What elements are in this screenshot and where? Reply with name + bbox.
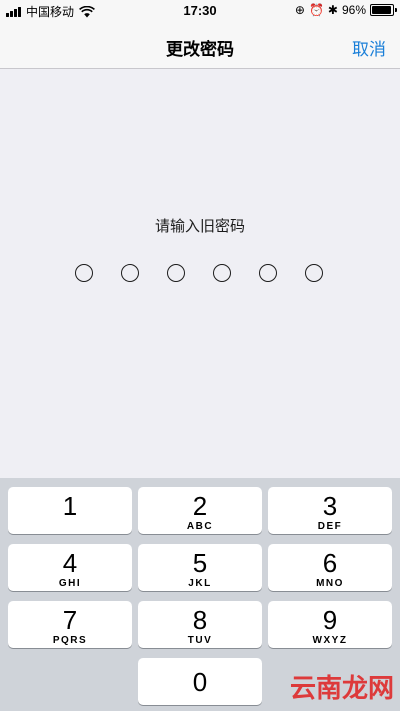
key-letters: ABC: [186, 521, 214, 532]
key-letters: TUV: [187, 635, 213, 646]
key-digit: 6: [322, 548, 338, 578]
status-right: ⊕ ⏰ ✱ 96%: [291, 3, 397, 17]
watermark-logo: 云南龙网: [289, 673, 394, 703]
key-2[interactable]: 2 ABC: [138, 487, 262, 534]
key-9[interactable]: 9 WXYZ: [268, 601, 392, 648]
key-digit: 8: [192, 605, 208, 635]
key-8[interactable]: 8 TUV: [138, 601, 262, 648]
cancel-button[interactable]: 取消: [352, 35, 386, 60]
key-7[interactable]: 7 PQRS: [8, 601, 132, 648]
key-letters: WXYZ: [312, 635, 348, 646]
passcode-dot: [259, 264, 277, 282]
key-digit: 3: [322, 491, 338, 521]
passcode-dot: [305, 264, 323, 282]
key-0[interactable]: 0: [138, 658, 262, 705]
key-letters: MNO: [316, 578, 344, 589]
battery-percent: 96%: [341, 3, 366, 17]
rotation-lock-icon: ⊕: [294, 3, 305, 17]
passcode-dot: [213, 264, 231, 282]
battery-icon: [370, 4, 397, 16]
battery-fill: [372, 6, 392, 14]
passcode-dot: [75, 264, 93, 282]
status-bar: 中国移动 17:30 ⊕ ⏰ ✱ 96%: [0, 0, 400, 22]
key-3[interactable]: 3 DEF: [268, 487, 392, 534]
key-digit: 9: [322, 605, 338, 635]
key-letters: JKL: [188, 578, 212, 589]
key-letters: PQRS: [52, 635, 88, 646]
key-letters: DEF: [317, 521, 343, 532]
alarm-icon: ⏰: [308, 3, 324, 17]
key-digit: 0: [192, 667, 208, 697]
key-digit: 5: [192, 548, 208, 578]
passcode-dots: [75, 264, 323, 282]
nav-bar: 更改密码 取消: [0, 22, 400, 69]
key-digit: 7: [62, 605, 78, 635]
passcode-prompt: 请输入旧密码: [154, 218, 245, 235]
page-title: 更改密码: [166, 40, 234, 59]
key-6[interactable]: 6 MNO: [268, 544, 392, 591]
key-1[interactable]: 1: [8, 487, 132, 534]
key-digit: 1: [62, 491, 78, 521]
passcode-dot: [167, 264, 185, 282]
key-letters: GHI: [58, 578, 82, 589]
passcode-dot: [121, 264, 139, 282]
key-5[interactable]: 5 JKL: [138, 544, 262, 591]
bluetooth-icon: ✱: [327, 3, 338, 17]
key-digit: 2: [192, 491, 208, 521]
key-4[interactable]: 4 GHI: [8, 544, 132, 591]
key-digit: 4: [62, 548, 78, 578]
